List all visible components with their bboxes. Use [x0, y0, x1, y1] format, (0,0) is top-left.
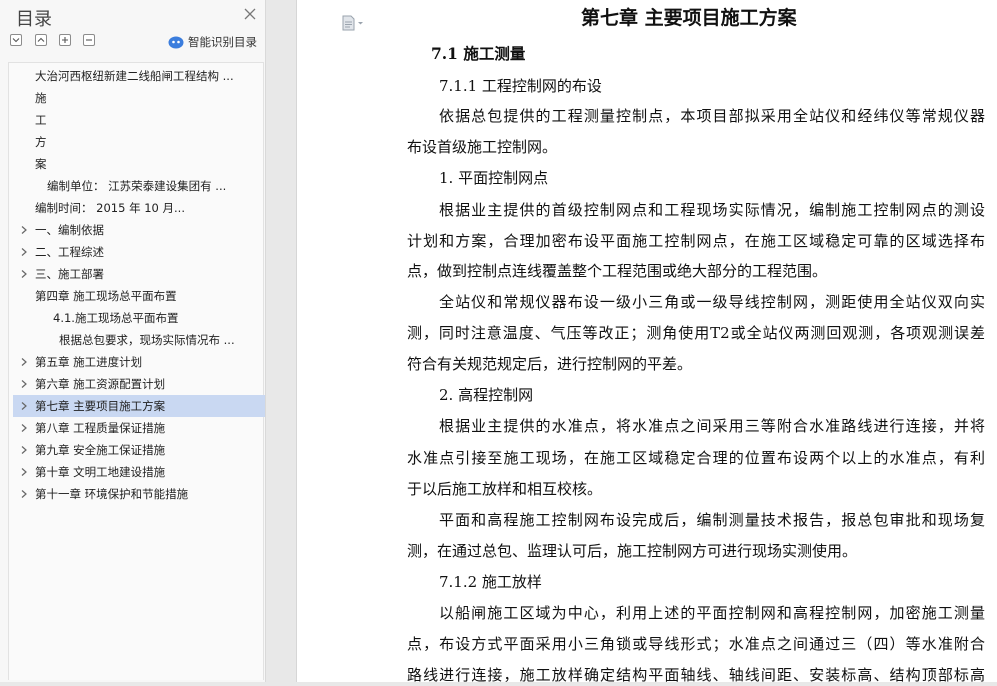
toc-item[interactable]: 根据总包要求，现场实际情况布 ... — [13, 329, 265, 351]
toc-item[interactable]: 第六章 施工资源配置计划 — [13, 373, 265, 395]
chevron-right-icon[interactable] — [20, 401, 28, 411]
toc-item[interactable]: 第七章 主要项目施工方案 — [13, 395, 265, 417]
document-line: 计划和方案，合理加密布设平面施工控制网点，在施工区域稳定可靠的区域选择布 — [407, 232, 985, 250]
chevron-right-icon[interactable] — [20, 489, 28, 499]
toc-item[interactable]: 第五章 施工进度计划 — [13, 351, 265, 373]
toc-item[interactable]: 案 — [13, 153, 265, 175]
chevron-right-icon[interactable] — [20, 467, 28, 477]
document-line: 以船闸施工区域为中心，利用上述的平面控制网和高程控制网，加密施工测量 — [439, 604, 985, 622]
document-line: 水准点引接至施工现场，在施工区域稳定合理的位置布设两个以上的水准点，有利 — [407, 449, 985, 467]
document-line: 2. 高程控制网 — [439, 386, 534, 404]
smart-toc-label: 智能识别目录 — [188, 35, 257, 49]
document-line: 依据总包提供的工程测量控制点，本项目部拟采用全站仪和经纬仪等常规仪器 — [439, 107, 985, 125]
chevron-right-icon[interactable] — [20, 269, 28, 279]
toc-item-label: 方 — [35, 135, 47, 149]
toc-item-label: 三、施工部署 — [35, 267, 104, 281]
chevron-right-icon[interactable] — [20, 423, 28, 433]
toc-item-label: 4.1.施工现场总平面布置 — [53, 311, 179, 325]
toc-item[interactable]: 一、编制依据 — [13, 219, 265, 241]
toc-item-label: 第十一章 环境保护和节能措施 — [35, 487, 189, 501]
toc-item-label: 第九章 安全施工保证措施 — [35, 443, 166, 457]
document-line: 符合有关规范规定后，进行控制网的平差。 — [407, 355, 693, 373]
toc-item[interactable]: 第八章 工程质量保证措施 — [13, 417, 265, 439]
toc-sidebar: 目录 智能识别目录 大治河西枢纽新建二线船闸工程结构 ... 施工方案编制单位： … — [0, 0, 266, 682]
document-line: 测，同时注意温度、气压等改正；测角使用T2或全站仪两测回观测，各项观测误差 — [407, 324, 985, 342]
toc-item-label: 第五章 施工进度计划 — [35, 355, 143, 369]
section-heading: 7.1 施工测量 — [431, 44, 526, 63]
collapse-all-icon[interactable] — [35, 34, 47, 46]
document-line: 布设首级施工控制网。 — [407, 138, 558, 156]
toc-item-label: 第四章 施工现场总平面布置 — [35, 289, 177, 303]
chevron-right-icon[interactable] — [20, 225, 28, 235]
document-line: 平面和高程施工控制网布设完成后，编制测量技术报告，报总包审批和现场复 — [439, 511, 985, 529]
close-icon[interactable] — [242, 6, 258, 22]
smart-toc-button[interactable]: 智能识别目录 — [168, 33, 257, 51]
toc-item-label: 大治河西枢纽新建二线船闸工程结构 ... — [35, 69, 234, 83]
toc-item[interactable]: 方 — [13, 131, 265, 153]
toc-item-label: 第十章 文明工地建设措施 — [35, 465, 166, 479]
toc-item-label: 二、工程综述 — [35, 245, 104, 259]
chevron-right-icon[interactable] — [20, 379, 28, 389]
toc-item-label: 第七章 主要项目施工方案 — [35, 399, 166, 413]
document-line: 全站仪和常规仪器布设一级小三角或一级导线控制网，测距使用全站仪双向实 — [439, 293, 985, 311]
document-line: 根据业主提供的首级控制网点和工程现场实际情况，编制施工控制网点的测设 — [439, 201, 985, 219]
toc-item-label: 编制单位： 江苏荣泰建设集团有 ... — [47, 179, 227, 193]
toc-item[interactable]: 三、施工部署 — [13, 263, 265, 285]
document-line: 7.1.1 工程控制网的布设 — [439, 77, 602, 95]
toc-item[interactable]: 4.1.施工现场总平面布置 — [13, 307, 265, 329]
document-line: 路线进行连接，施工放样确定结构平面轴线、轴线间距、安装标高、结构顶部标高 — [407, 666, 985, 684]
page-view-icon[interactable] — [340, 14, 364, 32]
sidebar-title: 目录 — [16, 9, 52, 30]
toc-item[interactable]: 第十章 文明工地建设措施 — [13, 461, 265, 483]
add-heading-icon[interactable] — [59, 34, 71, 46]
toc-item[interactable]: 第九章 安全施工保证措施 — [13, 439, 265, 461]
toc-item-label: 第八章 工程质量保证措施 — [35, 421, 166, 435]
toc-item[interactable]: 大治河西枢纽新建二线船闸工程结构 ... — [13, 65, 265, 87]
toc-item-label: 第六章 施工资源配置计划 — [35, 377, 166, 391]
robot-icon — [168, 36, 184, 49]
document-line: 点，布设方式平面采用小三角锁或导线形式；水准点之间通过三（四）等水准附合 — [407, 635, 985, 653]
remove-heading-icon[interactable] — [83, 34, 95, 46]
toc-item[interactable]: 施 — [13, 87, 265, 109]
toc-item-label: 编制时间： 2015 年 10 月... — [35, 201, 185, 215]
document-line: 1. 平面控制网点 — [439, 169, 549, 187]
toc-item[interactable]: 编制时间： 2015 年 10 月... — [13, 197, 265, 219]
expand-all-icon[interactable] — [10, 34, 22, 46]
document-line: 点，做到控制点连线覆盖整个工程范围或绝大部分的工程范围。 — [407, 262, 828, 280]
toc-item-label: 根据总包要求，现场实际情况布 ... — [59, 333, 235, 347]
toc-item[interactable]: 二、工程综述 — [13, 241, 265, 263]
toc-item[interactable]: 第四章 施工现场总平面布置 — [13, 285, 265, 307]
document-line: 7.1.2 施工放样 — [439, 573, 542, 591]
document-line: 根据业主提供的水准点，将水准点之间采用三等附合水准路线进行连接，并将 — [439, 417, 985, 435]
toc-item[interactable]: 工 — [13, 109, 265, 131]
toc-item[interactable]: 第十一章 环境保护和节能措施 — [13, 483, 265, 505]
chevron-right-icon[interactable] — [20, 247, 28, 257]
toc-item-label: 案 — [35, 157, 47, 171]
toc-item-label: 工 — [35, 113, 47, 127]
toc-tree: 大治河西枢纽新建二线船闸工程结构 ... 施工方案编制单位： 江苏荣泰建设集团有 … — [8, 62, 265, 680]
chevron-right-icon[interactable] — [20, 445, 28, 455]
document-line: 于以后施工放样和相互校核。 — [407, 480, 603, 498]
chevron-right-icon[interactable] — [20, 357, 28, 367]
chapter-title: 第七章 主要项目施工方案 — [581, 7, 797, 29]
toc-item-label: 施 — [35, 91, 47, 105]
toc-item-label: 一、编制依据 — [35, 223, 104, 237]
document-line: 测，在通过总包、监理认可后，施工控制网方可进行现场实测使用。 — [407, 542, 858, 560]
toc-item[interactable]: 编制单位： 江苏荣泰建设集团有 ... — [13, 175, 265, 197]
